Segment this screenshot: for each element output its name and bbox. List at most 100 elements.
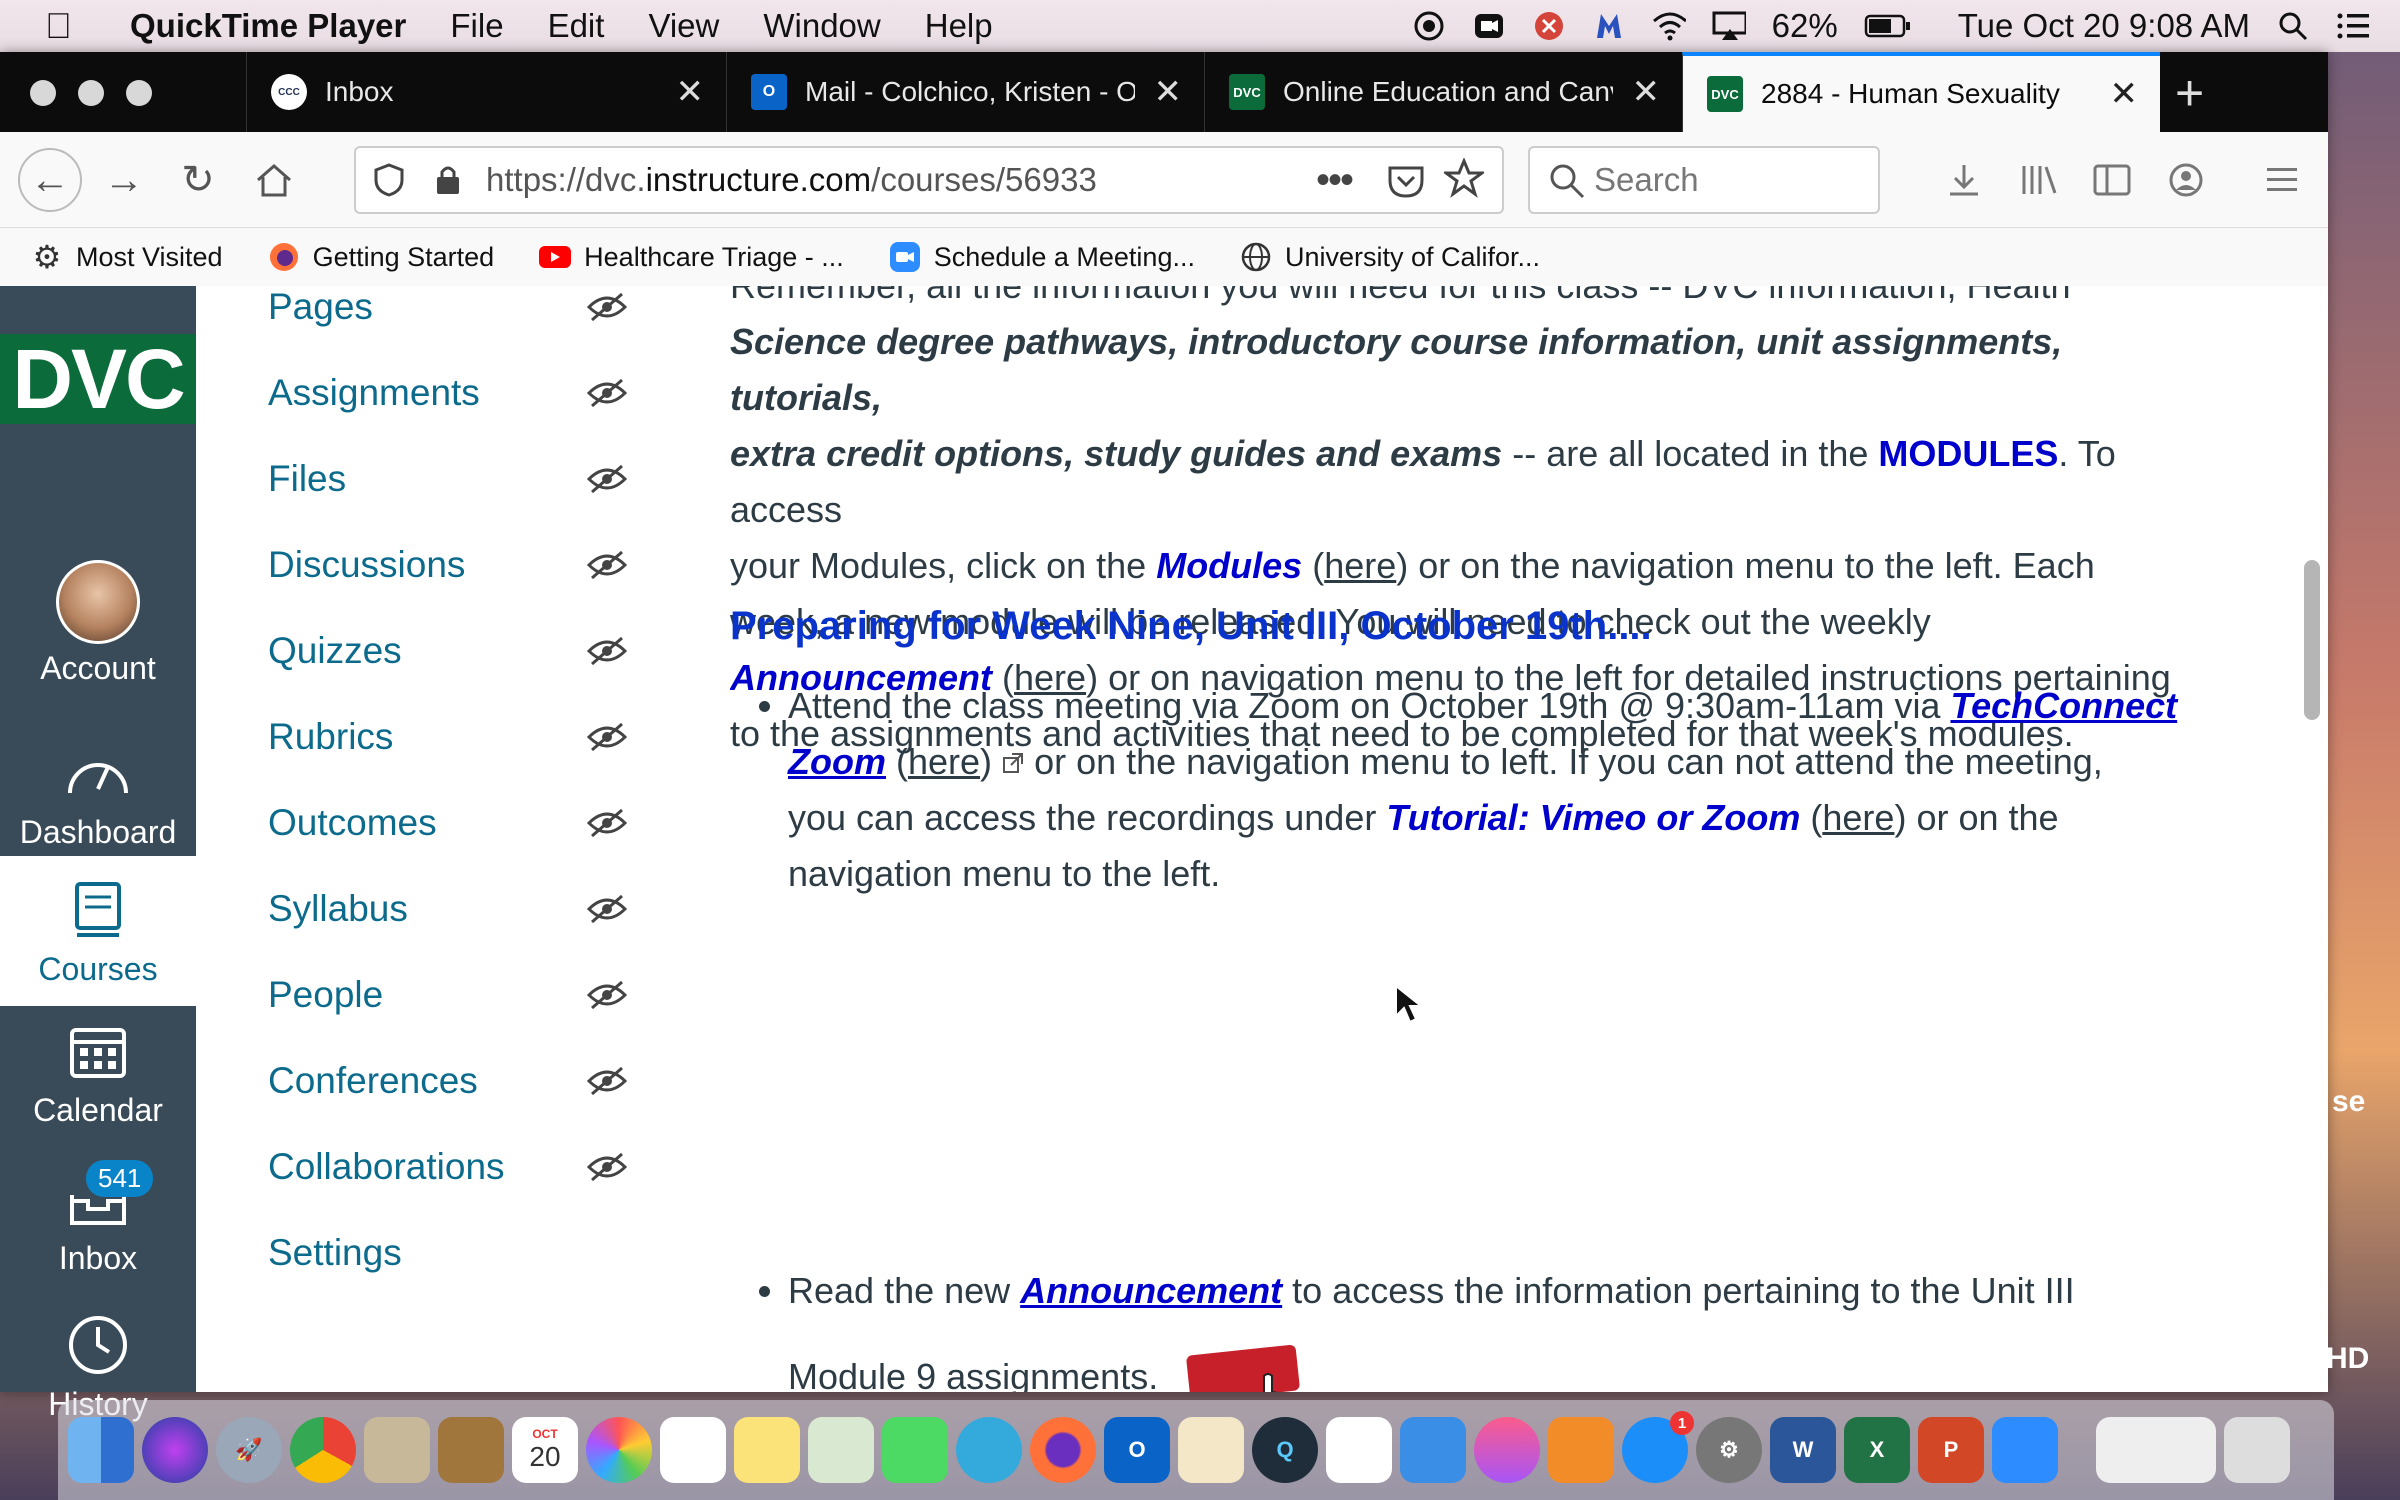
excel-icon[interactable]: X [1844, 1417, 1910, 1483]
music-icon[interactable] [1474, 1417, 1540, 1483]
downloads-stack-icon[interactable] [2096, 1417, 2216, 1483]
course-nav-syllabus[interactable]: Syllabus [268, 888, 628, 930]
close-icon[interactable]: ✕ [2110, 74, 2139, 114]
bookmark-most-visited[interactable]: ⚙ Most Visited [30, 239, 223, 275]
bookmark-schedule-meeting[interactable]: Schedule a Meeting... [888, 240, 1195, 274]
close-icon[interactable]: ✕ [1154, 72, 1183, 112]
pocket-icon[interactable] [1386, 162, 1426, 208]
downloads-icon[interactable] [1938, 154, 1990, 206]
tab-mail[interactable]: O Mail - Colchico, Kristen - O ✕ [726, 52, 1204, 132]
reload-icon[interactable]: ↻ [172, 154, 224, 206]
modules-here-link[interactable]: here [1324, 545, 1396, 586]
spotlight-search-icon[interactable] [2276, 9, 2310, 43]
messages-icon[interactable] [956, 1417, 1022, 1483]
new-tab-button[interactable]: + [2175, 64, 2204, 122]
lock-icon[interactable] [434, 163, 464, 197]
bookmark-star-icon[interactable] [1441, 157, 1487, 206]
course-nav-discussions[interactable]: Discussions [268, 544, 628, 586]
notification-center-icon[interactable] [2336, 9, 2370, 43]
global-nav-account[interactable]: Account [0, 560, 196, 687]
techconnect-link[interactable]: TechConnect [1950, 685, 2177, 726]
numbers-icon[interactable] [1326, 1417, 1392, 1483]
wifi-icon[interactable] [1652, 9, 1686, 43]
launchpad-icon[interactable]: 🚀 [216, 1417, 282, 1483]
account-icon[interactable] [2160, 154, 2212, 206]
close-icon[interactable]: ✕ [1632, 72, 1661, 112]
course-nav-people[interactable]: People [268, 974, 628, 1016]
course-nav-rubrics[interactable]: Rubrics [268, 716, 628, 758]
menu-help[interactable]: Help [925, 7, 993, 45]
quicktime-icon[interactable]: Q [1252, 1417, 1318, 1483]
bookmark-healthcare-triage[interactable]: Healthcare Triage - ... [538, 240, 844, 274]
back-arrow-icon[interactable]: ← [18, 148, 82, 212]
click-here-button[interactable]: CLICK HERE [1183, 1319, 1304, 1392]
bookmark-getting-started[interactable]: Getting Started [267, 240, 494, 274]
app-name-menu[interactable]: QuickTime Player [130, 7, 406, 45]
keynote-icon[interactable] [1400, 1417, 1466, 1483]
tab-human-sexuality[interactable]: DVC 2884 - Human Sexuality ✕ [1682, 52, 2160, 132]
notes-icon[interactable] [734, 1417, 800, 1483]
menu-edit[interactable]: Edit [548, 7, 605, 45]
tab-inbox[interactable]: CCC Inbox ✕ [246, 52, 726, 132]
blocked-app-icon[interactable] [1532, 9, 1566, 43]
finder-icon[interactable] [68, 1417, 134, 1483]
course-nav-collaborations[interactable]: Collaborations [268, 1146, 628, 1188]
global-nav-courses[interactable]: Courses [0, 856, 196, 1006]
zoom-link[interactable]: Zoom [788, 741, 886, 782]
course-nav-settings[interactable]: Settings [268, 1232, 628, 1274]
menu-view[interactable]: View [648, 7, 719, 45]
outlook-dock-icon[interactable]: O [1104, 1417, 1170, 1483]
global-nav-inbox[interactable]: 541 Inbox [0, 1160, 196, 1277]
course-nav-assignments[interactable]: Assignments [268, 372, 628, 414]
reminders-icon[interactable] [660, 1417, 726, 1483]
course-nav-conferences[interactable]: Conferences [268, 1060, 628, 1102]
photos-icon[interactable] [586, 1417, 652, 1483]
malwarebytes-icon[interactable] [1592, 9, 1626, 43]
zoom-menubar-icon[interactable] [1472, 9, 1506, 43]
facetime-icon[interactable] [882, 1417, 948, 1483]
page-actions-icon[interactable]: ••• [1316, 158, 1354, 203]
powerpoint-icon[interactable]: P [1918, 1417, 1984, 1483]
menubar-clock[interactable]: Tue Oct 20 9:08 AM [1958, 7, 2250, 45]
forward-arrow-icon[interactable]: → [98, 154, 150, 206]
library-icon[interactable] [2012, 154, 2064, 206]
window-close-button[interactable] [30, 80, 56, 106]
firefox-dock-icon[interactable] [1030, 1417, 1096, 1483]
hamburger-menu-icon[interactable] [2256, 154, 2308, 206]
window-minimize-button[interactable] [78, 80, 104, 106]
close-icon[interactable]: ✕ [676, 72, 705, 112]
books-icon[interactable] [1548, 1417, 1614, 1483]
home-icon[interactable] [248, 154, 300, 206]
tutorial-vimeo-zoom-link[interactable]: Tutorial: Vimeo or Zoom [1386, 797, 1800, 838]
siri-icon[interactable] [142, 1417, 208, 1483]
preview-icon[interactable] [364, 1417, 430, 1483]
course-nav-quizzes[interactable]: Quizzes [268, 630, 628, 672]
modules-link[interactable]: Modules [1156, 545, 1302, 586]
menu-file[interactable]: File [450, 7, 503, 45]
system-preferences-icon[interactable]: ⚙ [1696, 1417, 1762, 1483]
bookmark-university-of-california[interactable]: University of Califor... [1239, 240, 1540, 274]
sidebar-icon[interactable] [2086, 154, 2138, 206]
course-nav-outcomes[interactable]: Outcomes [268, 802, 628, 844]
dvc-logo[interactable]: DVC [0, 332, 196, 426]
maps-icon[interactable] [808, 1417, 874, 1483]
shield-icon[interactable] [374, 163, 408, 197]
battery-icon[interactable] [1864, 9, 1912, 43]
tutorial-here-link[interactable]: here [1822, 797, 1894, 838]
chrome-icon[interactable] [290, 1417, 356, 1483]
word-icon[interactable]: W [1770, 1417, 1836, 1483]
page-scrollbar[interactable] [2304, 560, 2320, 720]
zoom-here-link[interactable]: here [908, 741, 980, 782]
global-nav-calendar[interactable]: Calendar [0, 1016, 196, 1129]
course-nav-files[interactable]: Files [268, 458, 628, 500]
textedit-icon[interactable] [1178, 1417, 1244, 1483]
app-store-icon[interactable]: 1 [1622, 1411, 1694, 1483]
address-bar[interactable]: https://dvc.instructure.com/courses/5693… [354, 146, 1504, 214]
course-nav-pages[interactable]: Pages [268, 286, 628, 328]
calendar-app-icon[interactable]: OCT 20 [512, 1417, 578, 1483]
record-icon[interactable] [1412, 9, 1446, 43]
tab-online-education[interactable]: DVC Online Education and Canva ✕ [1204, 52, 1682, 132]
trash-icon[interactable] [2224, 1417, 2290, 1483]
search-field[interactable]: Search [1528, 146, 1880, 214]
global-nav-dashboard[interactable]: Dashboard [0, 738, 196, 851]
